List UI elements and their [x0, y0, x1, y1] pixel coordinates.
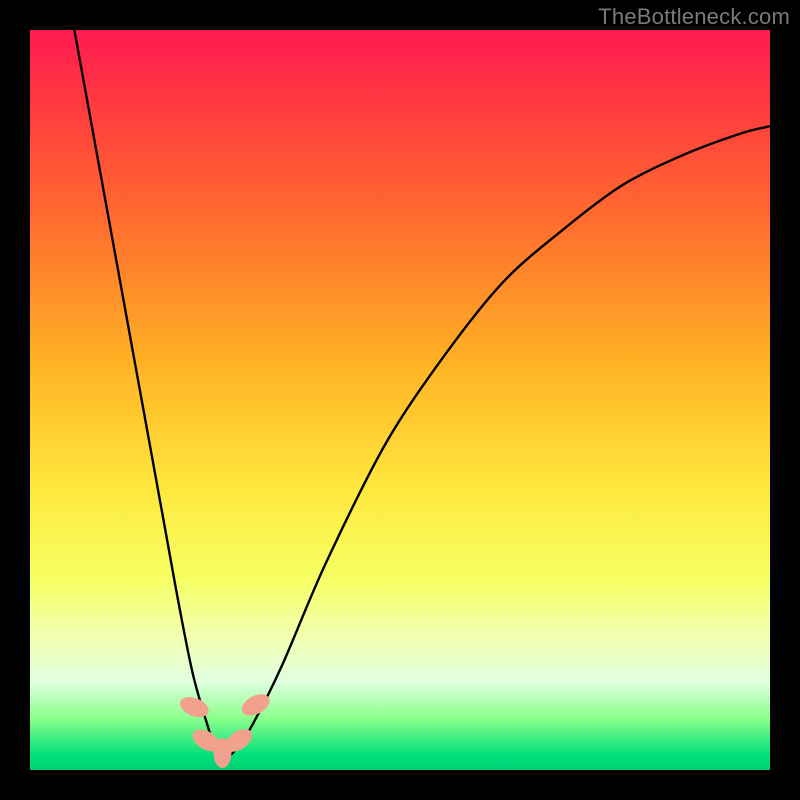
chart-plot-area — [30, 30, 770, 770]
bottleneck-curve — [74, 30, 770, 756]
chart-svg — [30, 30, 770, 770]
chart-frame: TheBottleneck.com — [0, 0, 800, 800]
watermark-text: TheBottleneck.com — [598, 4, 790, 30]
band-marker-1 — [177, 693, 212, 721]
marker-group — [177, 690, 273, 768]
